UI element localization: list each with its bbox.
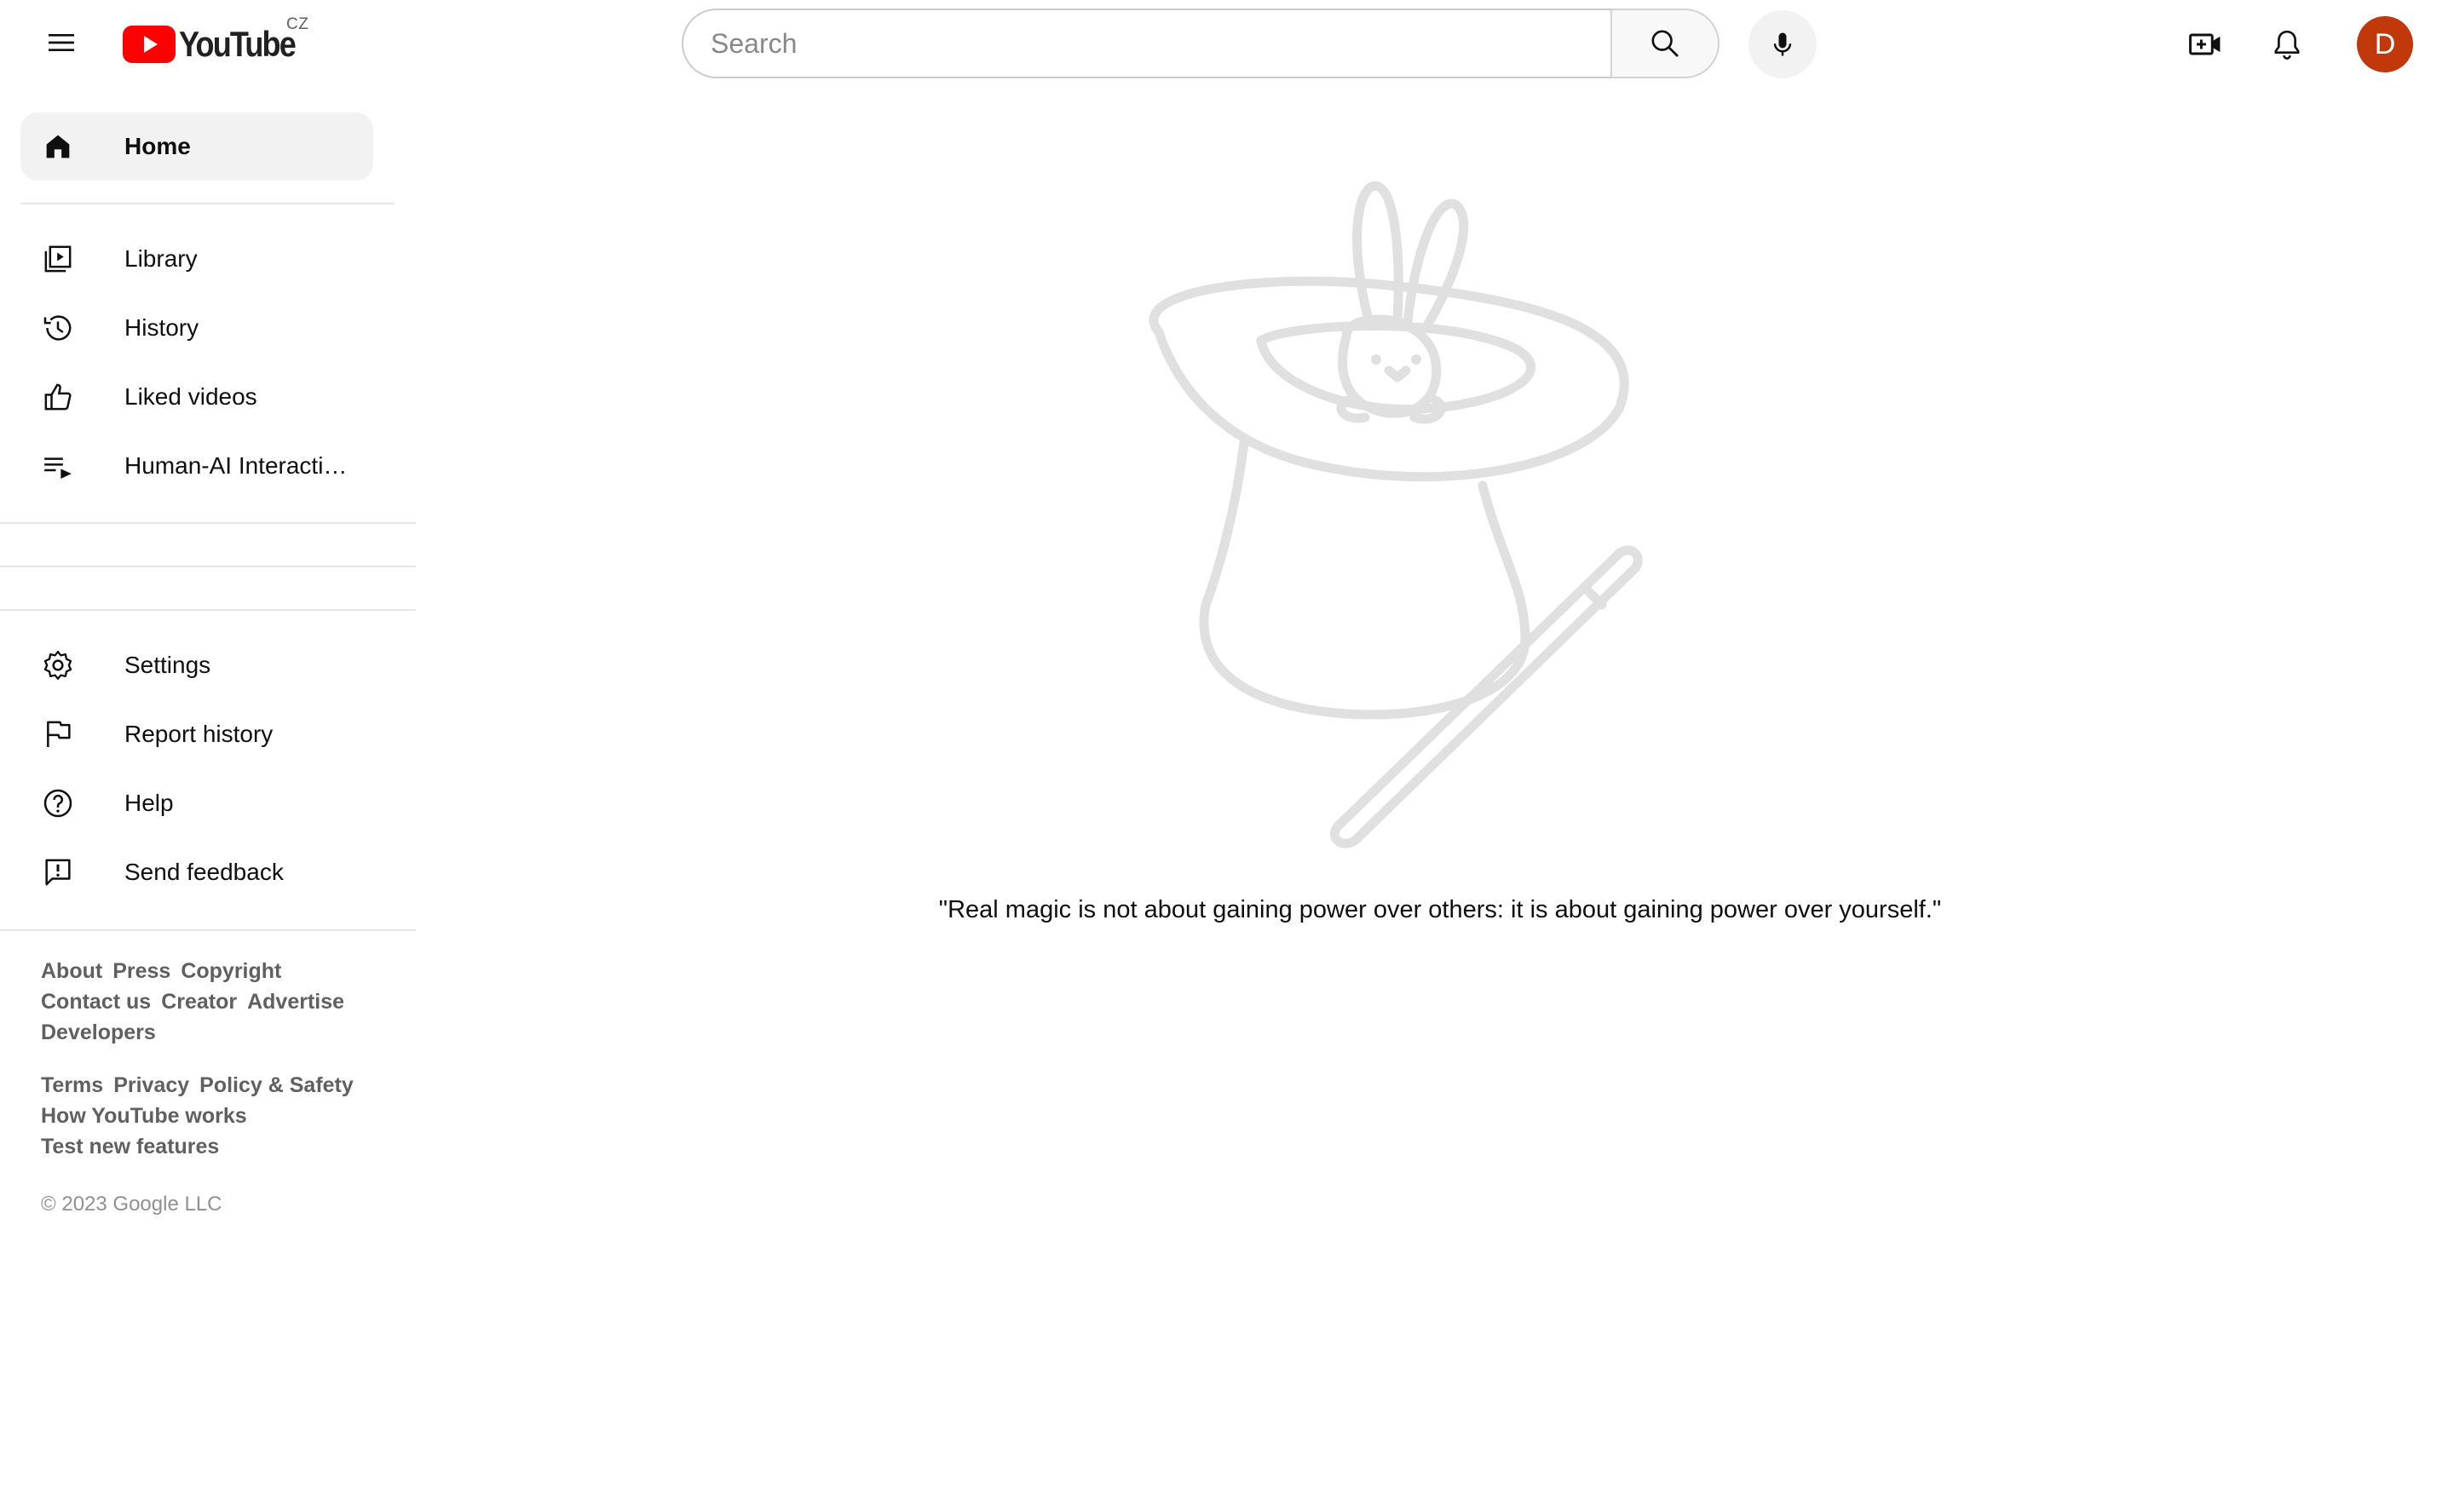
youtube-play-icon xyxy=(123,26,176,63)
footer-link-copyright[interactable]: Copyright xyxy=(181,959,281,983)
playlist-icon xyxy=(41,449,75,483)
history-icon xyxy=(41,311,75,345)
sidebar-item-playlist[interactable]: Human-AI Interacti… xyxy=(20,432,373,500)
search-input[interactable] xyxy=(711,27,1610,60)
country-code: CZ xyxy=(286,15,309,33)
footer-links-row: Contact us Creator Advertise xyxy=(41,990,354,1015)
footer-links-row: About Press Copyright xyxy=(41,959,291,984)
footer-link-test-new-features[interactable]: Test new features xyxy=(41,1135,219,1158)
youtube-logo[interactable]: YouTube CZ xyxy=(123,15,314,68)
notifications-button[interactable] xyxy=(2253,10,2321,78)
menu-button[interactable] xyxy=(31,9,92,77)
sidebar-divider xyxy=(0,609,416,611)
top-bar: YouTube CZ D xyxy=(0,0,2454,89)
sidebar-divider xyxy=(0,929,416,931)
footer-links-row: How YouTube works xyxy=(41,1104,257,1129)
avatar[interactable]: D xyxy=(2357,16,2413,72)
library-icon xyxy=(41,242,75,276)
footer-link-contact-us[interactable]: Contact us xyxy=(41,990,151,1014)
sidebar-divider xyxy=(0,566,416,567)
sidebar-item-label: Help xyxy=(124,790,174,816)
help-icon xyxy=(41,786,75,820)
footer-link-developers[interactable]: Developers xyxy=(41,1020,156,1044)
empty-state-quote: "Real magic is not about gaining power o… xyxy=(938,896,1942,923)
sidebar-item-label: Report history xyxy=(124,721,274,747)
flag-icon xyxy=(41,717,75,751)
footer-link-policy-safety[interactable]: Policy & Safety xyxy=(199,1073,354,1097)
home-icon xyxy=(41,129,75,164)
footer-link-creator[interactable]: Creator xyxy=(161,990,237,1014)
sidebar-item-report-history[interactable]: Report history xyxy=(20,700,373,768)
sidebar-item-home[interactable]: Home xyxy=(20,112,373,181)
sidebar-item-history[interactable]: History xyxy=(20,294,373,362)
sidebar-item-label: History xyxy=(124,314,199,341)
sidebar-divider xyxy=(0,522,416,524)
sidebar-divider xyxy=(20,203,394,204)
sidebar-item-label: Send feedback xyxy=(124,859,284,885)
voice-search-button[interactable] xyxy=(1748,10,1817,78)
sidebar-item-label: Settings xyxy=(124,652,211,678)
sidebar-item-label: Library xyxy=(124,245,198,272)
feedback-icon xyxy=(41,855,75,889)
bell-icon xyxy=(2274,30,2300,60)
search-bar xyxy=(682,9,1720,78)
search-box xyxy=(682,9,1610,78)
footer-link-press[interactable]: Press xyxy=(112,959,170,983)
footer-links-row: Terms Privacy Policy & Safety xyxy=(41,1073,364,1098)
video-camera-add-icon xyxy=(2189,33,2221,55)
copyright-text: © 2023 Google LLC xyxy=(41,1193,222,1216)
hamburger-menu-icon xyxy=(49,34,74,51)
sidebar-item-liked-videos[interactable]: Liked videos xyxy=(20,363,373,431)
search-button[interactable] xyxy=(1610,9,1720,78)
footer-link-how-youtube-works[interactable]: How YouTube works xyxy=(41,1104,247,1128)
footer-links-row: Test new features xyxy=(41,1135,229,1159)
sidebar-item-label: Liked videos xyxy=(124,383,257,410)
thumbs-up-icon xyxy=(41,380,75,414)
gear-icon xyxy=(41,648,75,682)
create-video-button[interactable] xyxy=(2171,10,2239,78)
footer-link-about[interactable]: About xyxy=(41,959,102,983)
sidebar-item-settings[interactable]: Settings xyxy=(20,631,373,699)
sidebar-item-help[interactable]: Help xyxy=(20,769,373,837)
sidebar-item-send-feedback[interactable]: Send feedback xyxy=(20,838,373,906)
footer-link-terms[interactable]: Terms xyxy=(41,1073,103,1097)
magic-hat-rabbit-illustration xyxy=(1149,181,1643,848)
footer-link-advertise[interactable]: Advertise xyxy=(247,990,344,1014)
sidebar-item-label: Human-AI Interacti… xyxy=(124,452,348,479)
sidebar-item-library[interactable]: Library xyxy=(20,225,373,293)
microphone-icon xyxy=(1773,32,1792,56)
footer-links-row: Developers xyxy=(41,1020,166,1045)
sidebar-item-label: Home xyxy=(124,133,191,159)
logo-wordmark: YouTube xyxy=(179,24,297,64)
footer-link-privacy[interactable]: Privacy xyxy=(113,1073,189,1097)
search-icon xyxy=(1651,30,1679,57)
